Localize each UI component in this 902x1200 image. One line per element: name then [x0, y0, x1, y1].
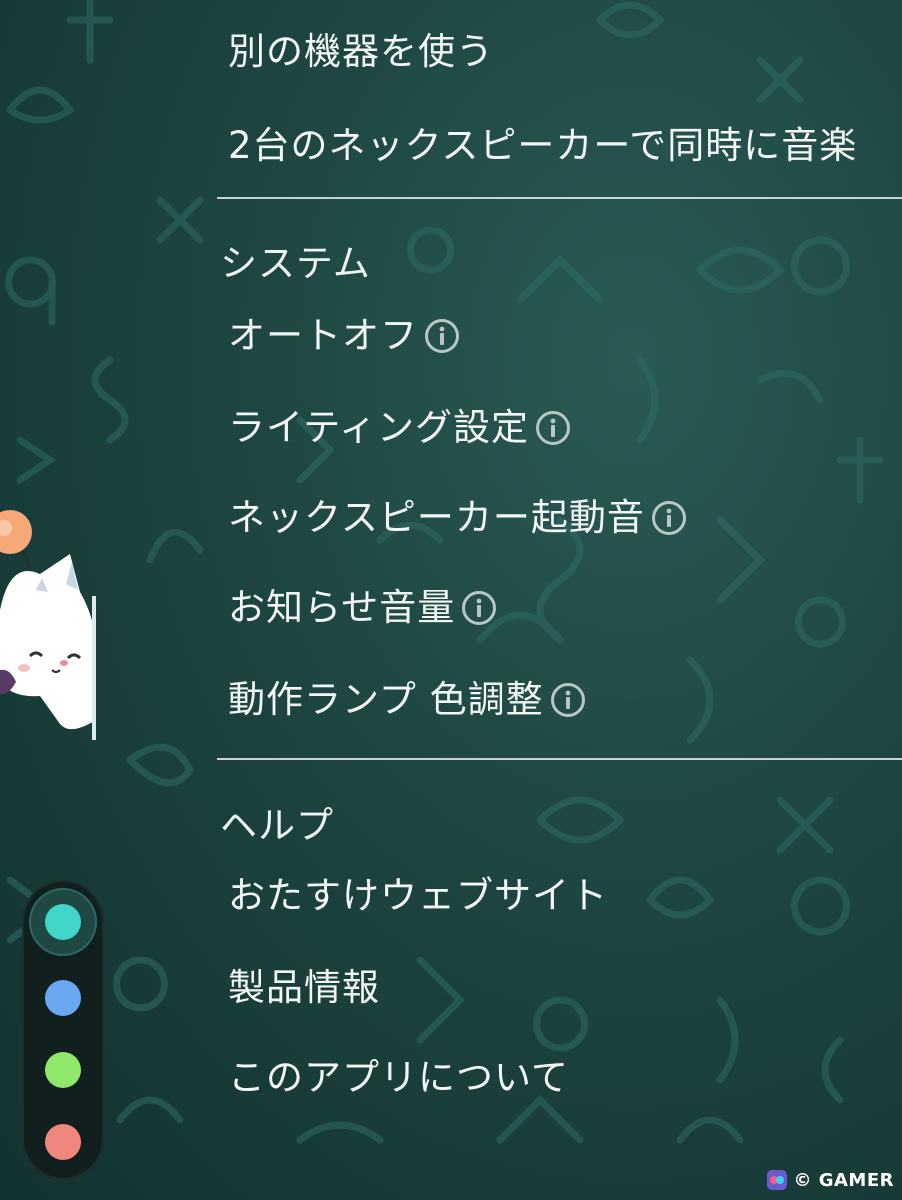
gamer-logo-icon [765, 1168, 789, 1192]
menu-item-about-app[interactable]: このアプリについて [228, 1056, 569, 1100]
menu-item-use-other-device[interactable]: 別の機器を使う [228, 30, 494, 74]
menu-item-label: 動作ランプ 色調整 [228, 678, 544, 721]
info-circle-icon[interactable] [535, 410, 571, 446]
info-circle-icon[interactable] [651, 500, 687, 536]
info-circle-icon[interactable] [461, 590, 497, 626]
menu-item-dual-speaker[interactable]: 2台のネックスピーカーで同時に音楽 [228, 124, 857, 168]
watermark: © GAMER [765, 1168, 894, 1192]
menu-item-auto-off[interactable]: オートオフ [228, 314, 460, 358]
menu-item-product-info[interactable]: 製品情報 [228, 966, 380, 1010]
watermark-text: © GAMER [793, 1169, 894, 1191]
menu-item-label: ライティング設定 [228, 406, 530, 449]
menu-item-label: オートオフ [228, 314, 418, 357]
menu-item-label: ネックスピーカー起動音 [228, 496, 645, 539]
info-circle-icon[interactable] [424, 318, 460, 354]
menu-item-startup-sound[interactable]: ネックスピーカー起動音 [228, 496, 687, 540]
section-divider [217, 758, 902, 760]
color-swatch-teal[interactable] [45, 904, 81, 940]
lamp-color-picker [22, 880, 104, 1180]
menu-item-label: 2台のネックスピーカーで同時に音楽 [228, 124, 858, 167]
moogle-icon [0, 500, 96, 750]
menu-item-label: 製品情報 [228, 966, 380, 1009]
menu-item-lighting-settings[interactable]: ライティング設定 [228, 406, 571, 450]
section-divider [217, 197, 902, 199]
color-swatch-red[interactable] [45, 1124, 81, 1160]
info-circle-icon[interactable] [550, 682, 586, 718]
menu-item-notification-volume[interactable]: お知らせ音量 [228, 586, 497, 630]
menu-item-label: このアプリについて [228, 1056, 569, 1099]
color-swatch-blue[interactable] [45, 980, 81, 1016]
section-title-system: システム [220, 242, 371, 285]
menu-item-lamp-color[interactable]: 動作ランプ 色調整 [228, 678, 586, 722]
menu-item-help-website[interactable]: おたすけウェブサイト [228, 874, 608, 918]
color-swatch-green[interactable] [45, 1052, 81, 1088]
menu-item-label: お知らせ音量 [228, 586, 456, 629]
menu-item-label: おたすけウェブサイト [228, 874, 608, 917]
menu-item-label: 別の機器を使う [228, 30, 494, 73]
section-title-help: ヘルプ [220, 804, 334, 847]
